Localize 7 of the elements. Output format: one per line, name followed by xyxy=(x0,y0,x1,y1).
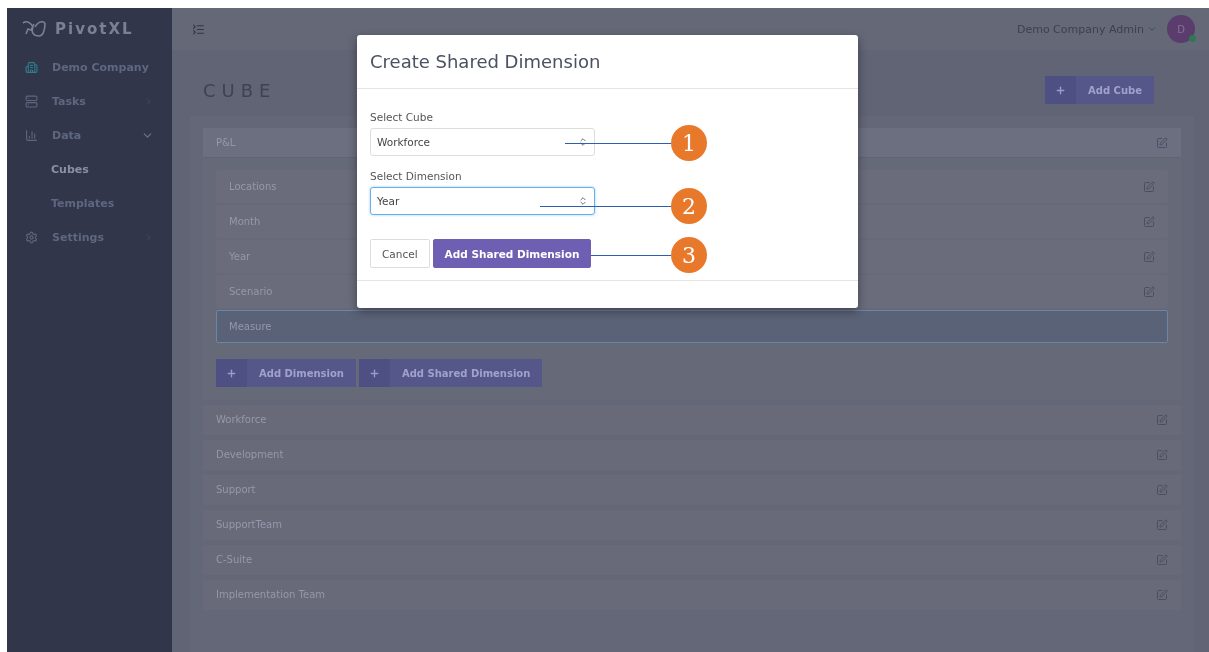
field-label: Select Cube xyxy=(370,111,434,123)
brand-name: PivotXL xyxy=(55,20,134,38)
step-number: 3 xyxy=(671,237,707,273)
step-number: 1 xyxy=(671,125,707,161)
dialog-title: Create Shared Dimension xyxy=(370,51,601,72)
field-label: Select Dimension xyxy=(370,170,463,182)
step-number: 2 xyxy=(671,188,707,224)
